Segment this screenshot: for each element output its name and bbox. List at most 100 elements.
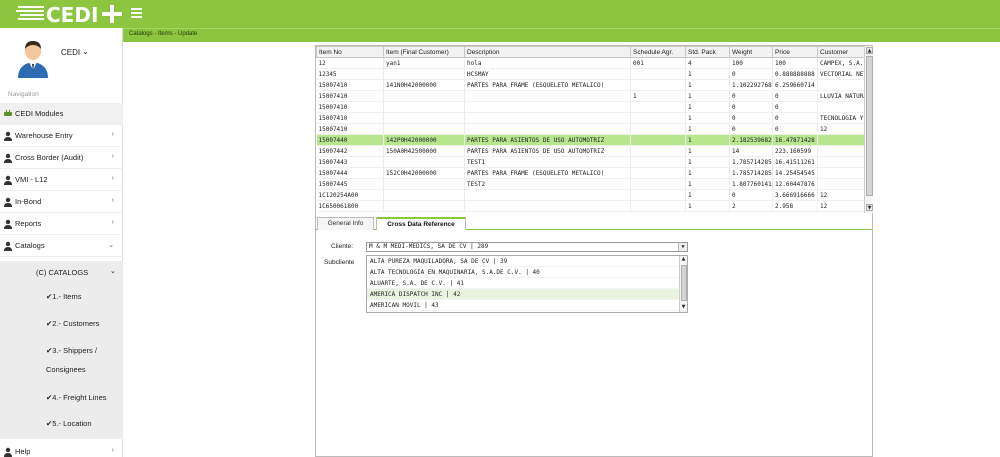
chevron-down-icon[interactable]: ⌄ — [82, 47, 89, 56]
table-cell: 1 — [685, 112, 730, 124]
table-cell: 14.25454545 — [772, 167, 818, 179]
table-cell: 12 — [817, 123, 865, 135]
submenu-item-location[interactable]: ✔5.- Location — [46, 419, 92, 428]
table-row[interactable]: 15007410 1 0 0 — [316, 101, 865, 113]
sidebar-item-reports[interactable]: Reports › — [0, 213, 123, 235]
submenu-item-consignees-label[interactable]: Consignees — [46, 365, 86, 374]
table-cell: CAMPEX, S.A. — [817, 57, 865, 69]
sidebar-item-vmi[interactable]: VMI - L12 › — [0, 169, 123, 191]
table-row[interactable]: 1C650061800 1 2 2.958 12 — [316, 200, 865, 212]
column-header[interactable]: Schedule Agr. — [630, 46, 686, 58]
table-row[interactable]: 15007440 142P0H42000000 PARTES PARA ASIENT… — [316, 134, 865, 146]
list-option[interactable]: ALTA PUREZA MAQUILADORA, SA DE CV | 39 — [367, 256, 679, 267]
column-header[interactable]: Description — [464, 46, 631, 58]
submenu-item-freight-lines[interactable]: ✔4.- Freight Lines — [46, 393, 107, 402]
dropdown-arrow-icon[interactable]: ▼ — [678, 243, 687, 251]
grid-scrollbar[interactable]: ▲ ▼ — [864, 46, 873, 213]
table-cell: 15007410 — [316, 79, 384, 91]
table-row[interactable]: 15007443 TEST1 1 1.785714285 16.41511261 — [316, 156, 865, 168]
list-option[interactable]: ALUARTE, S.A. DE C.V. | 41 — [367, 278, 679, 289]
sidebar-item-catalogs[interactable]: Catalogs ⌄ — [0, 235, 123, 257]
chevron-right-icon: › — [111, 153, 114, 160]
catalogs-submenu: (C) CATALOGS ⌄ ✔1.- Items ✔2.- Customers… — [0, 261, 123, 439]
table-cell: 0 — [772, 112, 818, 124]
submenu-label: Consignees — [46, 365, 86, 374]
cedi-logo[interactable]: CEDI — [16, 3, 126, 25]
table-cell: 1 — [685, 79, 730, 91]
column-header[interactable]: Item (Final Customer) — [383, 46, 465, 58]
sidebar-item-in-bond[interactable]: In-Bond › — [0, 191, 123, 213]
table-cell: 1 — [685, 200, 730, 212]
table-cell — [383, 68, 465, 80]
table-cell: 223.160599 — [772, 145, 818, 157]
scroll-up-icon[interactable]: ▲ — [680, 256, 687, 263]
list-option[interactable]: AMERICA DISPATCH INC | 42 — [367, 289, 679, 300]
top-bar: CEDI — [0, 0, 1000, 28]
cliente-select[interactable]: M & M MEDI-MEDICS, SA DE CV | 289 ▼ — [366, 242, 688, 252]
table-row[interactable]: 12345 HCSMAY 1 0 0.888888888 VECTORIAL NET — [316, 68, 865, 80]
submenu-item-customers[interactable]: ✔2.- Customers — [46, 319, 99, 328]
scroll-down-icon[interactable]: ▼ — [680, 304, 687, 311]
table-cell — [464, 189, 631, 201]
sidebar-item-cedi-modules[interactable]: CEDI Modules — [0, 103, 123, 125]
table-row[interactable]: 15007444 152C0H42000000 PARTES PARA FRAME … — [316, 167, 865, 179]
sidebar-item-help[interactable]: Help › — [0, 441, 123, 457]
table-cell: 15007445 — [316, 178, 384, 190]
listbox-scrollbar[interactable]: ▲ ▼ — [679, 256, 687, 312]
table-row[interactable]: 15007442 150A0H42500000 PARTES PARA ASIENT… — [316, 145, 865, 157]
column-header[interactable]: Weight — [729, 46, 773, 58]
column-header[interactable]: Item No — [316, 46, 384, 58]
catalogs-group[interactable]: (C) CATALOGS — [36, 268, 88, 277]
table-row[interactable]: 15007410 1 0 0 12 — [316, 123, 865, 135]
scroll-thumb[interactable] — [681, 265, 687, 301]
sidebar-item-warehouse-entry[interactable]: Warehouse Entry › — [0, 125, 123, 147]
table-cell — [464, 90, 631, 102]
sidebar-item-cross-border[interactable]: Cross Border (Audit) › — [0, 147, 123, 169]
column-header[interactable]: Customer — [817, 46, 865, 58]
user-name[interactable]: CEDI — [61, 48, 80, 57]
tab-general-info[interactable]: General Info — [317, 217, 374, 230]
sidebar: CEDI ⌄ Navigation CEDI Modules Warehouse… — [0, 28, 123, 457]
column-header[interactable]: Std. Pack — [685, 46, 730, 58]
table-row[interactable]: 15007410 1 0 0 TECNOLOGIA Y — [316, 112, 865, 124]
table-cell — [630, 79, 686, 91]
submenu-item-items[interactable]: ✔1.- Items — [46, 292, 81, 301]
submenu-item-shippers[interactable]: ✔3.- Shippers / — [46, 346, 97, 355]
table-cell: 1.785714285 — [729, 156, 773, 168]
table-cell — [383, 156, 465, 168]
table-row[interactable]: 15007410 1 1 0 0 LLUVIA NATURA — [316, 90, 865, 102]
menu-toggle-icon[interactable] — [131, 8, 142, 18]
list-option[interactable]: AMERICAN MOVIL | 43 — [367, 300, 679, 311]
sidebar-item-label: Help — [15, 447, 31, 456]
chevron-right-icon: › — [111, 131, 114, 138]
tab-cross-data-reference[interactable]: Cross Data Reference — [376, 217, 466, 230]
table-cell: 1C650061800 — [316, 200, 384, 212]
table-cell: 16.41511261 — [772, 156, 818, 168]
table-row[interactable]: 15007445 TEST2 1 1.807760141 12.60447876 — [316, 178, 865, 190]
table-cell — [630, 178, 686, 190]
table-row[interactable]: 15007410 141N0H42000000 PARTES PARA FRAME … — [316, 79, 865, 91]
subcliente-listbox[interactable]: ALTA PUREZA MAQUILADORA, SA DE CV | 39 A… — [366, 255, 688, 313]
table-cell — [817, 145, 865, 157]
list-option[interactable]: ALTA TECNOLOGIA EN MAQUINARIA, S.A.DE C.… — [367, 267, 679, 278]
scroll-down-icon[interactable]: ▼ — [866, 204, 873, 211]
table-cell — [383, 101, 465, 113]
table-cell — [464, 101, 631, 113]
table-cell: yan1 — [383, 57, 465, 69]
sidebar-item-label: Catalogs — [15, 241, 45, 250]
table-cell — [817, 156, 865, 168]
table-row[interactable]: 1C120254A00 1 0 3.666916666 12 — [316, 189, 865, 201]
main-panel: Item No Item (Final Customer) Descriptio… — [315, 45, 873, 457]
breadcrumb: Catalogs - Items - Update — [129, 31, 198, 37]
table-cell — [630, 145, 686, 157]
column-header[interactable]: Price — [772, 46, 818, 58]
table-row[interactable]: 12 yan1 hola 001 4 100 100 CAMPEX, S.A. — [316, 57, 865, 69]
plug-icon — [4, 110, 12, 116]
table-cell — [817, 167, 865, 179]
table-cell: 15007443 — [316, 156, 384, 168]
chevron-right-icon: › — [111, 219, 114, 226]
scroll-up-icon[interactable]: ▲ — [866, 47, 873, 54]
scroll-thumb[interactable] — [866, 56, 873, 196]
table-cell — [630, 68, 686, 80]
table-cell: 12345 — [316, 68, 384, 80]
